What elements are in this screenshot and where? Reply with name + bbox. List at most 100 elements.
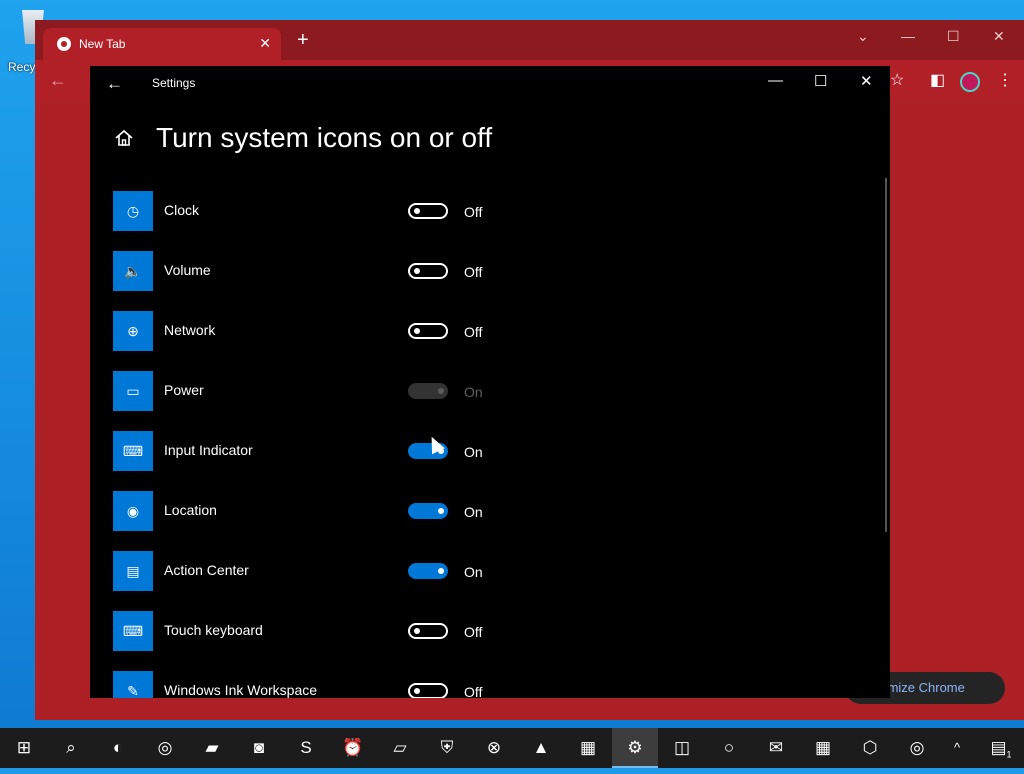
action-center-icon: ▤ <box>113 551 153 591</box>
keyboard-icon: ⌨ <box>113 431 153 471</box>
settings-titlebar: ← Settings — ☐ ✕ <box>90 66 890 102</box>
settings-window: ← Settings — ☐ ✕ Turn system icons on or… <box>90 66 890 698</box>
toggle-switch[interactable] <box>408 563 448 579</box>
profile-avatar[interactable] <box>960 72 980 92</box>
tray-chevron-icon[interactable]: ^ <box>942 728 972 768</box>
pen-icon: ✎ <box>113 671 153 698</box>
scrollbar[interactable] <box>885 178 887 532</box>
setting-label: Clock <box>164 202 200 218</box>
chrome-icon-2[interactable]: ◎ <box>894 728 940 768</box>
volume-icon: 🔈 <box>113 251 153 291</box>
chrome-favicon-icon <box>57 37 71 51</box>
toggle-state-label: Off <box>464 624 483 640</box>
chrome-back-icon[interactable]: ← <box>49 70 67 91</box>
setting-row: ◉ Location On <box>113 491 613 531</box>
camera-icon[interactable]: ◙ <box>236 728 282 768</box>
page-title: Turn system icons on or off <box>156 122 493 153</box>
menu-kebab-icon[interactable]: ⋮ <box>997 70 1013 90</box>
alarm-clock-icon[interactable]: ⏰ <box>330 728 376 768</box>
clock-icon: ◷ <box>113 191 153 231</box>
toggle-switch <box>408 383 448 399</box>
start-icon[interactable]: ⊞ <box>1 728 47 768</box>
taskbar: ^ ▤1 ⊞ ⌕ ◐ ◎ ▰ ◙ S ⏰ ▱ ⛨ ⊗ ▲ ▦ ⚙ ◫ ○ ✉ ▦ ⬡ ◎ <box>0 728 1024 768</box>
setting-row: ▤ Action Center On <box>113 551 613 591</box>
setting-label: Touch keyboard <box>164 622 263 638</box>
network-icon: ⊕ <box>113 311 153 351</box>
toggle-switch[interactable] <box>408 323 448 339</box>
settings-icon[interactable]: ⚙ <box>612 728 658 768</box>
toggle-switch[interactable] <box>408 203 448 219</box>
toggle-knob <box>414 328 420 334</box>
toggle-state-label: On <box>464 564 483 580</box>
setting-label: Action Center <box>164 562 249 578</box>
toggle-state-label: On <box>464 504 483 520</box>
back-button[interactable]: ← <box>106 74 123 94</box>
file-explorer-icon[interactable]: ▰ <box>189 728 235 768</box>
recycle-bin-label: Recy <box>8 60 36 74</box>
security-icon[interactable]: ⛨ <box>424 728 470 768</box>
search-icon[interactable]: ⌕ <box>48 728 94 768</box>
close-button[interactable]: ✕ <box>860 72 873 90</box>
tab-close-icon[interactable]: ✕ <box>259 35 271 52</box>
setting-row: ⌨ Touch keyboard Off <box>113 611 613 651</box>
setting-row: ✎ Windows Ink Workspace Off <box>113 671 613 698</box>
mail-icon[interactable]: ✉ <box>753 728 799 768</box>
battery-icon: ▭ <box>113 371 153 411</box>
calculator-icon[interactable]: ▦ <box>800 728 846 768</box>
firefox-icon[interactable]: ◐ <box>95 728 141 768</box>
toggle-knob <box>414 208 420 214</box>
chrome-minimize-icon[interactable]: — <box>901 28 915 44</box>
toggle-knob <box>414 628 420 634</box>
toggle-knob <box>438 508 444 514</box>
toggle-state-label: Off <box>464 684 483 698</box>
toggle-state-label: Off <box>464 324 483 340</box>
setting-label: Power <box>164 382 204 398</box>
toggle-switch[interactable] <box>408 623 448 639</box>
setting-label: Volume <box>164 262 211 278</box>
side-panel-icon[interactable]: ◧ <box>930 70 945 90</box>
settings-app-title: Settings <box>152 76 196 90</box>
toggle-knob <box>438 568 444 574</box>
photos-icon[interactable]: ▲ <box>518 728 564 768</box>
skype-icon[interactable]: S <box>283 728 329 768</box>
touch-keyboard-icon: ⌨ <box>113 611 153 651</box>
store-icon[interactable]: ◫ <box>659 728 705 768</box>
toggle-state-label: Off <box>464 204 483 220</box>
new-tab-button[interactable]: + <box>297 30 309 50</box>
toggle-switch[interactable] <box>408 503 448 519</box>
setting-label: Windows Ink Workspace <box>164 682 318 698</box>
setting-label: Input Indicator <box>164 442 253 458</box>
minimize-button[interactable]: — <box>768 72 783 89</box>
xbox-icon[interactable]: ⊗ <box>471 728 517 768</box>
setting-row: 🔈 Volume Off <box>113 251 613 291</box>
setting-label: Location <box>164 502 217 518</box>
setting-label: Network <box>164 322 216 338</box>
chrome-tabstrip: New Tab ✕ + ⌄ — ☐ ✕ <box>35 20 1024 60</box>
chrome-tab-title: New Tab <box>79 37 126 51</box>
cortana-icon[interactable]: ○ <box>706 728 752 768</box>
toggle-knob <box>414 268 420 274</box>
app-icon[interactable]: ▱ <box>377 728 423 768</box>
toggle-knob <box>438 388 444 394</box>
chrome-close-icon[interactable]: ✕ <box>993 28 1005 45</box>
3d-viewer-icon[interactable]: ⬡ <box>847 728 893 768</box>
chrome-icon[interactable]: ◎ <box>142 728 188 768</box>
movies-icon[interactable]: ▦ <box>565 728 611 768</box>
setting-row: ◷ Clock Off <box>113 191 613 231</box>
chrome-maximize-icon[interactable]: ☐ <box>947 28 960 45</box>
toggle-state-label: On <box>464 444 483 460</box>
chrome-tab[interactable]: New Tab ✕ <box>43 28 281 60</box>
bookmark-star-icon[interactable]: ☆ <box>890 70 904 90</box>
setting-row: ▭ Power On <box>113 371 613 411</box>
toggle-state-label: Off <box>464 264 483 280</box>
location-icon: ◉ <box>113 491 153 531</box>
maximize-button[interactable]: ☐ <box>814 72 827 90</box>
toggle-switch[interactable] <box>408 263 448 279</box>
setting-row: ⊕ Network Off <box>113 311 613 351</box>
tab-search-icon[interactable]: ⌄ <box>857 28 869 45</box>
toggle-switch[interactable] <box>408 683 448 698</box>
notification-center-icon[interactable]: ▤1 <box>978 728 1024 768</box>
home-icon[interactable] <box>114 128 134 148</box>
toggle-state-label: On <box>464 384 483 400</box>
notification-badge: 1 <box>1006 749 1012 760</box>
